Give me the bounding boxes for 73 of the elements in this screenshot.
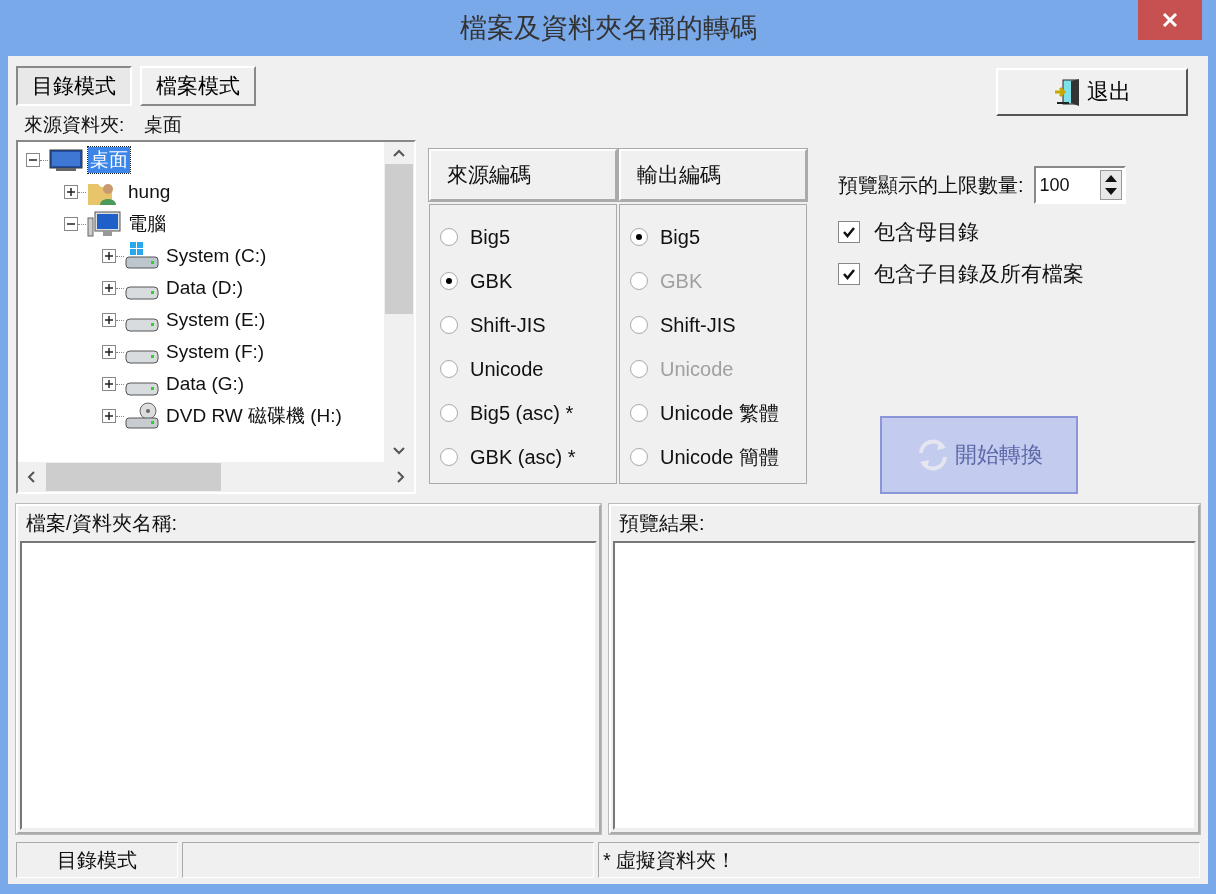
source-folder-label: 來源資料夾: xyxy=(24,113,125,137)
drive-icon xyxy=(124,318,160,332)
scroll-down-icon[interactable] xyxy=(392,446,406,456)
radio-indicator[interactable] xyxy=(440,316,458,334)
drive-icon xyxy=(124,350,160,364)
radio-indicator[interactable] xyxy=(630,316,648,334)
radio-indicator[interactable] xyxy=(630,448,648,466)
horizontal-scrollbar[interactable] xyxy=(18,462,414,492)
close-button[interactable] xyxy=(1138,0,1202,40)
source-encoding-radio[interactable]: Shift-JIS xyxy=(440,303,606,347)
source-encoding-radio[interactable]: Big5 xyxy=(440,215,606,259)
checkbox-label: 包含母目錄 xyxy=(874,219,979,245)
window-title: 檔案及資料夾名稱的轉碼 xyxy=(459,12,757,45)
scroll-up-icon[interactable] xyxy=(392,148,406,158)
preview-limit-label: 預覽顯示的上限數量: xyxy=(838,172,1024,198)
source-encoding-radio[interactable]: Unicode xyxy=(440,347,606,391)
spin-arrows-icon[interactable] xyxy=(1099,170,1122,200)
radio-indicator[interactable] xyxy=(440,448,458,466)
output-encoding-radio[interactable]: Unicode 繁體 xyxy=(630,391,796,435)
expand-icon[interactable] xyxy=(102,345,116,359)
expand-icon[interactable] xyxy=(102,249,116,263)
tree-item[interactable]: 桌面 xyxy=(88,147,130,173)
radio-indicator[interactable] xyxy=(440,228,458,246)
preview-limit-spinner[interactable]: 100 xyxy=(1033,166,1126,204)
radio-indicator[interactable] xyxy=(630,228,648,246)
scroll-left-icon[interactable] xyxy=(26,470,36,484)
radio-indicator[interactable] xyxy=(440,404,458,422)
computer-icon xyxy=(86,210,122,238)
scroll-right-icon[interactable] xyxy=(396,470,406,484)
column-header: 來源編碼 xyxy=(429,149,617,201)
expand-icon[interactable] xyxy=(102,281,116,295)
source-encoding-radio[interactable]: GBK xyxy=(440,259,606,303)
column-header: 輸出編碼 xyxy=(619,149,807,201)
close-icon xyxy=(1161,11,1179,29)
system-drive-icon xyxy=(124,242,160,270)
checkbox[interactable] xyxy=(838,263,860,285)
status-message: * 虛擬資料夾！ xyxy=(598,842,1200,878)
source-folder-value: 桌面 xyxy=(144,113,183,137)
tree-item[interactable]: System (E:) xyxy=(164,309,268,331)
mode-tab[interactable]: 目錄模式 xyxy=(16,66,132,106)
source-encoding-radio[interactable]: Big5 (asc) * xyxy=(440,391,606,435)
tree-item[interactable]: Data (D:) xyxy=(164,277,246,299)
vertical-scrollbar[interactable] xyxy=(384,142,414,462)
exit-button[interactable]: 退出 xyxy=(996,68,1188,116)
radio-indicator[interactable] xyxy=(440,272,458,290)
tree-item[interactable]: Data (G:) xyxy=(164,373,247,395)
tree-item[interactable]: hung xyxy=(126,181,173,203)
radio-indicator[interactable] xyxy=(440,360,458,378)
checkbox[interactable] xyxy=(838,221,860,243)
panel-title: 預覽結果: xyxy=(618,511,706,536)
panel-title: 檔案/資料夾名稱: xyxy=(25,511,179,536)
source-encoding-radio[interactable]: GBK (asc) * xyxy=(440,435,606,479)
tree-item[interactable]: System (F:) xyxy=(164,341,267,363)
collapse-icon[interactable] xyxy=(64,217,78,231)
expand-icon[interactable] xyxy=(64,185,78,199)
status-mode: 目錄模式 xyxy=(16,842,178,878)
checkbox-label: 包含子目錄及所有檔案 xyxy=(874,261,1084,287)
output-encoding-radio[interactable]: Shift-JIS xyxy=(630,303,796,347)
monitor-icon xyxy=(48,146,84,174)
mode-tab[interactable]: 檔案模式 xyxy=(140,66,256,106)
expand-icon[interactable] xyxy=(102,377,116,391)
expand-icon[interactable] xyxy=(102,313,116,327)
tree-item[interactable]: 電腦 xyxy=(126,211,168,237)
output-encoding-radio[interactable]: Unicode 簡體 xyxy=(630,435,796,479)
tree-item[interactable]: System (C:) xyxy=(164,245,269,267)
collapse-icon[interactable] xyxy=(26,153,40,167)
expand-icon[interactable] xyxy=(102,409,116,423)
drive-icon xyxy=(124,286,160,300)
optical-drive-icon xyxy=(124,402,160,430)
tree-item[interactable]: DVD RW 磁碟機 (H:) xyxy=(164,403,344,429)
output-encoding-radio[interactable]: Big5 xyxy=(630,215,796,259)
radio-indicator[interactable] xyxy=(630,404,648,422)
drive-icon xyxy=(124,382,160,396)
